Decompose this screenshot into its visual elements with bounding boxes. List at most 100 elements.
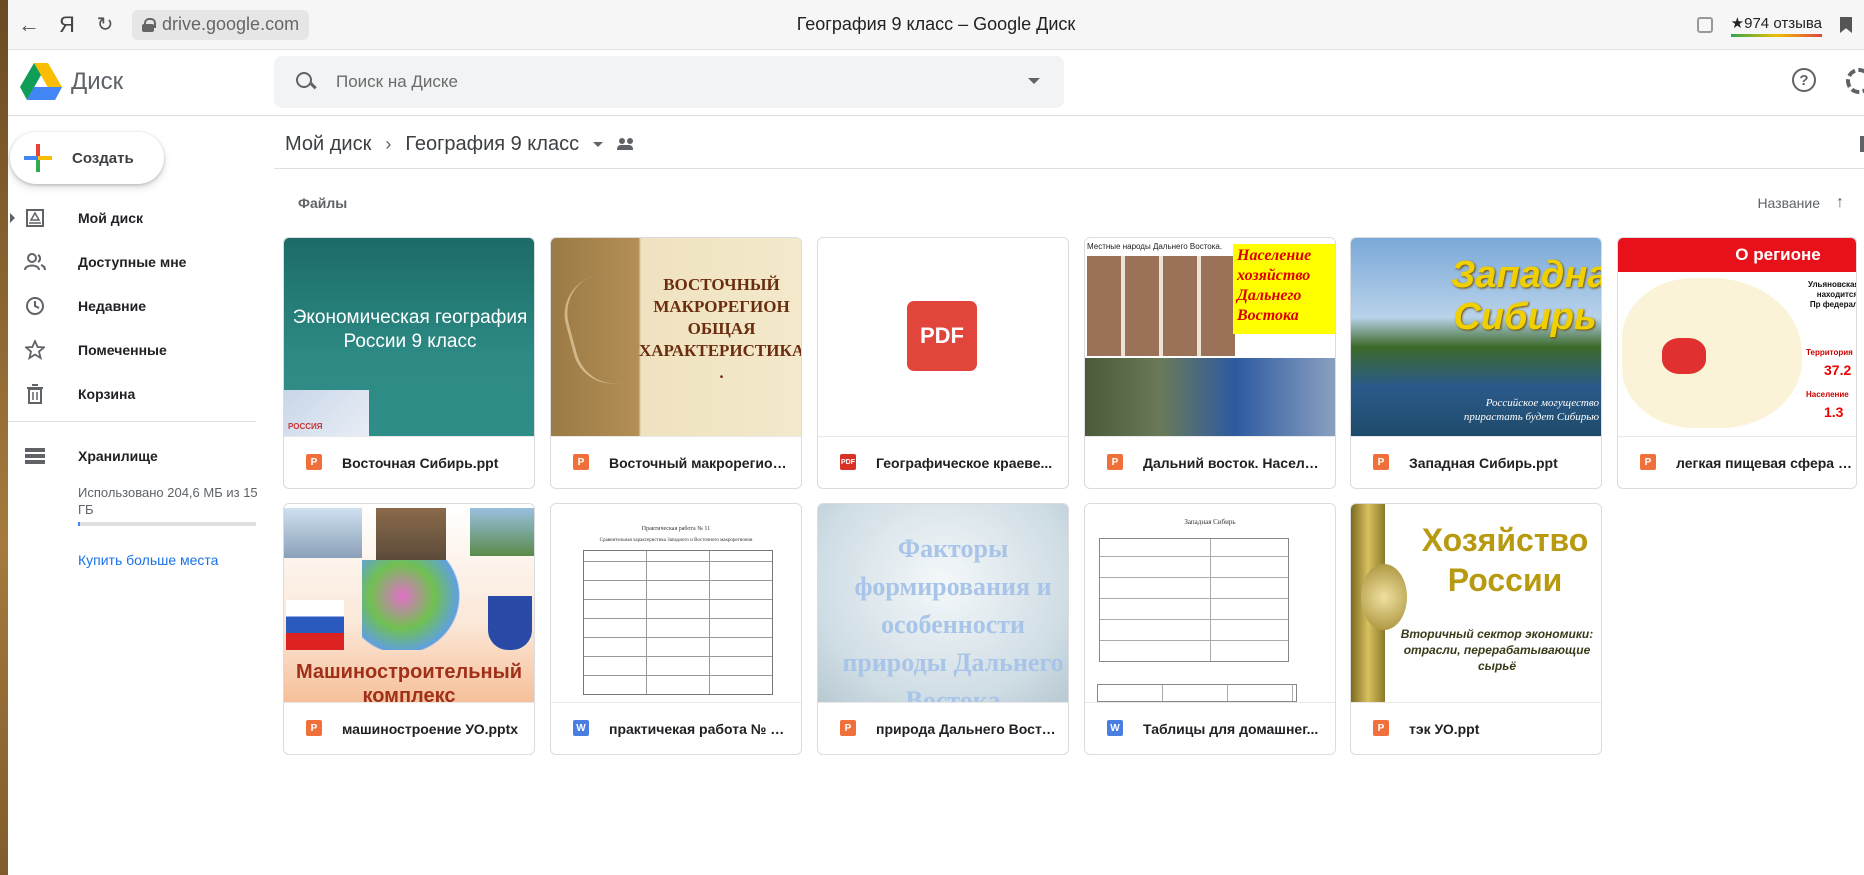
- file-footer: P Дальний восток. Населе...: [1085, 436, 1335, 488]
- search-icon[interactable]: [296, 72, 316, 92]
- file-footer: P легкая пищевая сфера у...: [1618, 436, 1856, 488]
- file-card[interactable]: О регионе Ульяновская находится Пр федер…: [1617, 237, 1857, 489]
- ornament-image: [1361, 564, 1407, 630]
- file-thumbnail: О регионе Ульяновская находится Пр федер…: [1618, 238, 1856, 436]
- details-icon[interactable]: [1860, 136, 1864, 152]
- file-name: Географическое краеве...: [876, 455, 1053, 471]
- help-icon[interactable]: ?: [1792, 68, 1816, 92]
- breadcrumb-root[interactable]: Мой диск: [285, 133, 371, 156]
- yandex-logo[interactable]: Я: [50, 8, 84, 42]
- main-divider: [274, 168, 1864, 169]
- sidebar-divider: [8, 421, 256, 422]
- file-card[interactable]: Практическая работа № 11 Сравнительная х…: [550, 503, 802, 755]
- thumbnail-text: Практическая работа № 11: [641, 526, 711, 532]
- file-name: машиностроение УО.pptx: [342, 721, 519, 737]
- file-name: практичекая работа № 1...: [609, 721, 789, 737]
- buy-storage-link[interactable]: Купить больше места: [78, 552, 218, 568]
- airplane-photo-image: [284, 508, 362, 558]
- file-card[interactable]: PDF PDF Географическое краеве...: [817, 237, 1069, 489]
- sidebar-item-starred[interactable]: Помеченные: [8, 330, 264, 370]
- file-footer: W Таблицы для домашнег...: [1085, 702, 1335, 754]
- sidebar-item-trash[interactable]: Корзина: [8, 374, 264, 414]
- vehicle-photo-image: [376, 508, 446, 562]
- ppt-file-icon: P: [1373, 720, 1389, 736]
- thumbnail-text: Население: [1806, 390, 1849, 399]
- bookmark-icon[interactable]: [1840, 17, 1852, 33]
- thumbnail-text: Западная Сибирь: [1451, 254, 1601, 338]
- sidebar: Создать Мой диск Доступные мне Недавние: [8, 116, 268, 875]
- sidebar-item-label: Корзина: [78, 386, 136, 402]
- sidebar-item-label: Хранилище: [78, 448, 158, 464]
- pdf-file-icon: PDF: [840, 454, 856, 470]
- sort-label[interactable]: Название: [1757, 195, 1820, 211]
- file-thumbnail: PDF: [818, 238, 1068, 436]
- file-name: Дальний восток. Населе...: [1143, 455, 1323, 471]
- file-thumbnail: ВОСТОЧНЫЙ МАКРОРЕГИОН ОБЩАЯ ХАРАКТЕРИСТИ…: [551, 238, 801, 436]
- thumbnail-text: Вторичный сектор экономики: отрасли, пер…: [1400, 627, 1594, 673]
- search-options-icon[interactable]: [1028, 78, 1040, 84]
- file-card[interactable]: Западная Сибирь W Таблицы для домашнег..…: [1084, 503, 1336, 755]
- star-icon: [24, 339, 46, 361]
- sidebar-item-storage[interactable]: Хранилище: [8, 436, 264, 476]
- create-button[interactable]: Создать: [10, 132, 164, 184]
- file-card[interactable]: Факторы формирования и особенности приро…: [817, 503, 1069, 755]
- sidebar-item-label: Доступные мне: [78, 254, 187, 270]
- sidebar-item-recent[interactable]: Недавние: [8, 286, 264, 326]
- coat-of-arms-image: [488, 596, 532, 650]
- search-input[interactable]: Поиск на Диске: [336, 72, 458, 92]
- leaf-pattern-image: [555, 273, 633, 393]
- storage-icon: [24, 445, 46, 467]
- extension-icon[interactable]: [1696, 17, 1713, 33]
- ppt-file-icon: P: [840, 720, 856, 736]
- sidebar-item-label: Помеченные: [78, 342, 167, 358]
- storage-bar: [78, 522, 256, 526]
- file-name: Западная Сибирь.ppt: [1409, 455, 1558, 471]
- sort-control[interactable]: Название ↑: [1757, 194, 1844, 212]
- file-footer: P Восточная Сибирь.ppt: [284, 436, 534, 488]
- sidebar-item-label: Мой диск: [78, 210, 143, 226]
- sidebar-item-shared[interactable]: Доступные мне: [8, 242, 264, 282]
- thumbnail-text: Хозяйство России: [1421, 522, 1589, 598]
- file-thumbnail: Машиностроительный комплекс: [284, 504, 534, 702]
- file-footer: P Восточный макрорегион...: [551, 436, 801, 488]
- reload-icon[interactable]: ↻: [88, 8, 122, 42]
- people-photos-image: [1087, 256, 1235, 356]
- chevron-down-icon[interactable]: [593, 141, 604, 147]
- back-arrow-icon[interactable]: ←: [12, 8, 46, 42]
- storage-bar-fill: [78, 522, 81, 526]
- browser-toolbar: ← Я ↻ drive.google.com География 9 класс…: [8, 0, 1864, 50]
- file-card[interactable]: Хозяйство России Вторичный сектор эконом…: [1350, 503, 1602, 755]
- thumbnail-text: РОССИЯ: [288, 422, 323, 431]
- thumbnail-text: ВОСТОЧНЫЙ МАКРОРЕГИОН ОБЩАЯ ХАРАКТЕРИСТИ…: [639, 275, 801, 382]
- shared-icon: [24, 251, 46, 273]
- worksheet-table: [1099, 538, 1289, 662]
- file-card[interactable]: ВОСТОЧНЫЙ МАКРОРЕГИОН ОБЩАЯ ХАРАКТЕРИСТИ…: [550, 237, 802, 489]
- sidebar-item-my-drive[interactable]: Мой диск: [8, 198, 264, 238]
- file-thumbnail: Западная Сибирь: [1085, 504, 1335, 702]
- thumbnail-text: Сравнительная характеристика Западного и…: [599, 538, 753, 543]
- region-map-image: [1622, 278, 1802, 428]
- file-card[interactable]: Машиностроительный комплекс P машиностро…: [283, 503, 535, 755]
- breadcrumb-current[interactable]: География 9 класс: [405, 133, 579, 156]
- file-card[interactable]: Экономическая география России 9 класс Р…: [283, 237, 535, 489]
- sidebar-item-label: Недавние: [78, 298, 147, 314]
- sort-arrow-icon[interactable]: ↑: [1836, 194, 1844, 212]
- reviews-badge[interactable]: ★974 отзыва: [1730, 13, 1822, 37]
- word-file-icon: W: [1107, 720, 1123, 736]
- region-map-image: [362, 560, 462, 650]
- file-footer: P машиностроение УО.pptx: [284, 702, 534, 754]
- files-section-label: Файлы: [298, 195, 348, 211]
- workers-photo-image: [1085, 358, 1335, 436]
- ppt-file-icon: P: [573, 454, 589, 470]
- address-bar[interactable]: drive.google.com: [132, 9, 310, 40]
- ppt-file-icon: P: [1107, 454, 1123, 470]
- my-drive-icon: [24, 207, 46, 229]
- gear-icon[interactable]: [1846, 68, 1864, 94]
- search-bar[interactable]: Поиск на Диске: [274, 56, 1064, 108]
- expand-arrow-icon[interactable]: [10, 213, 15, 223]
- field-photo-image: [470, 508, 534, 556]
- file-card[interactable]: Западная Сибирь Российское могущество пр…: [1350, 237, 1602, 489]
- thumbnail-text: 1.3: [1824, 404, 1844, 420]
- file-card[interactable]: Местные народы Дальнего Востока. Населен…: [1084, 237, 1336, 489]
- drive-logo-icon[interactable]: [20, 63, 62, 101]
